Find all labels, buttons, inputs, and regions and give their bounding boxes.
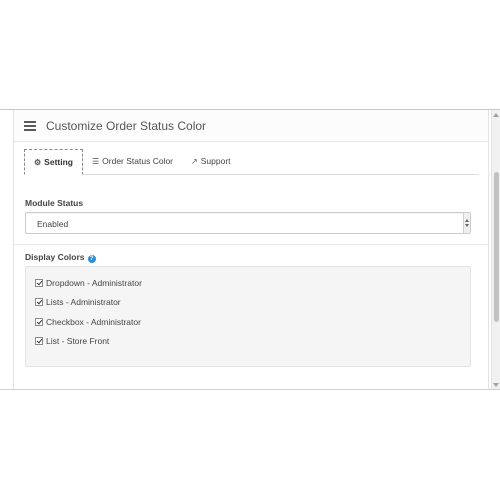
list-icon: ☰ xyxy=(91,156,100,166)
tab-bar: ⚙ Setting ☰ Order Status Color ↗ Support xyxy=(24,149,479,175)
checkbox-lists-administrator[interactable] xyxy=(35,298,43,306)
display-colors-options: Dropdown - Administrator Lists - Adminis… xyxy=(25,266,471,367)
checkbox-list-store-front[interactable] xyxy=(35,337,43,345)
cogs-icon: ⚙ xyxy=(34,157,42,167)
tab-setting-label: Setting xyxy=(44,157,73,167)
panel-title: Customize Order Status Color xyxy=(46,118,207,133)
section-divider xyxy=(14,244,488,245)
module-status-value: Enabled xyxy=(37,219,69,229)
option-label: Checkbox - Administrator xyxy=(46,317,141,327)
option-checkbox-administrator[interactable]: Checkbox - Administrator xyxy=(35,317,141,327)
list-icon xyxy=(24,120,36,131)
tab-setting[interactable]: ⚙ Setting xyxy=(24,149,83,175)
tab-order-status-color[interactable]: ☰ Order Status Color xyxy=(83,148,182,174)
display-colors-label: Display Colors xyxy=(25,252,85,262)
tab-support[interactable]: ↗ Support xyxy=(182,148,239,174)
checkbox-dropdown-administrator[interactable] xyxy=(35,279,43,287)
question-circle-icon[interactable]: ? xyxy=(87,255,96,263)
option-lists-administrator[interactable]: Lists - Administrator xyxy=(35,297,121,307)
display-colors-heading: Display Colors? xyxy=(25,252,96,263)
vertical-scrollbar[interactable] xyxy=(491,110,500,389)
option-list-store-front[interactable]: List - Store Front xyxy=(35,336,109,346)
option-label: Lists - Administrator xyxy=(46,297,121,307)
module-status-label: Module Status xyxy=(25,198,84,208)
chevron-updown-icon xyxy=(463,213,470,233)
external-link-icon: ↗ xyxy=(191,156,198,166)
settings-panel: Customize Order Status Color ⚙ Setting ☰… xyxy=(13,110,489,389)
option-dropdown-administrator[interactable]: Dropdown - Administrator xyxy=(35,278,142,288)
panel-heading: Customize Order Status Color xyxy=(14,110,488,142)
checkbox-checkbox-administrator[interactable] xyxy=(35,318,43,326)
module-status-select[interactable]: Enabled xyxy=(25,212,471,234)
scroll-down-icon[interactable] xyxy=(493,383,499,387)
option-label: List - Store Front xyxy=(46,336,110,346)
scroll-up-icon[interactable] xyxy=(493,113,499,117)
settings-viewport: Customize Order Status Color ⚙ Setting ☰… xyxy=(0,109,500,389)
scrollbar-thumb[interactable] xyxy=(494,172,499,322)
tab-order-status-color-label: Order Status Color xyxy=(102,156,174,166)
bottom-divider xyxy=(0,389,500,390)
tab-support-label: Support xyxy=(200,156,231,166)
option-label: Dropdown - Administrator xyxy=(46,278,142,288)
